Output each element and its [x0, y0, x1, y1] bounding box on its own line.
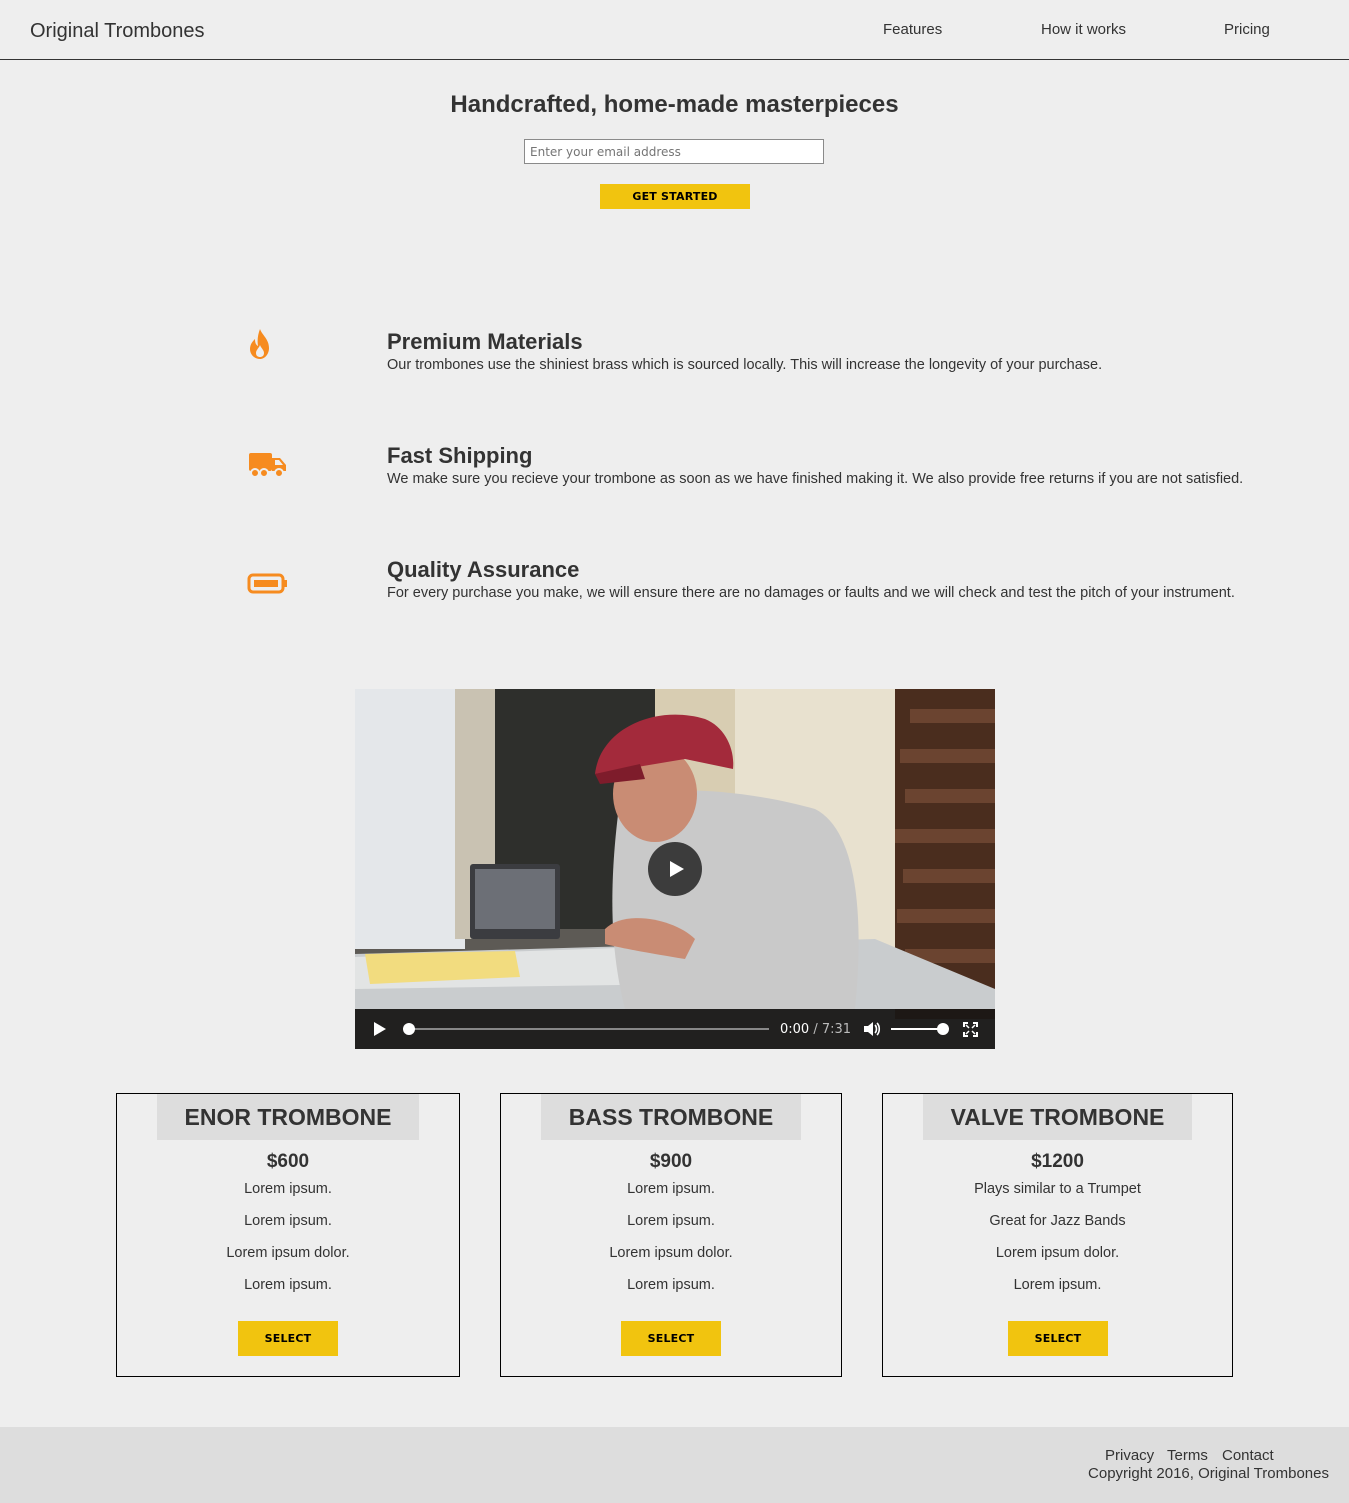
- volume-knob[interactable]: [937, 1023, 949, 1035]
- feature-text: Our trombones use the shiniest brass whi…: [387, 357, 1103, 373]
- nav-link-pricing[interactable]: Pricing: [1224, 21, 1270, 38]
- footer-link-contact[interactable]: Contact: [1222, 1447, 1274, 1464]
- site-header: Original Trombones Features How it works…: [0, 0, 1349, 60]
- plan-feature: Plays similar to a Trumpet: [974, 1181, 1141, 1197]
- progress-knob[interactable]: [403, 1023, 415, 1035]
- pricing-card-enor: ENOR TROMBONE $600 Lorem ipsum. Lorem ip…: [116, 1093, 460, 1377]
- feature-title: Quality Assurance: [387, 557, 580, 582]
- current-time: 0:00: [780, 1022, 810, 1037]
- plan-feature: Great for Jazz Bands: [989, 1213, 1126, 1229]
- time-display: 0:00 / 7:31: [780, 1022, 852, 1037]
- footer-link-terms[interactable]: Terms: [1167, 1447, 1208, 1464]
- plan-feature: Lorem ipsum dolor.: [995, 1245, 1120, 1261]
- pricing-card-bass: BASS TROMBONE $900 Lorem ipsum. Lorem ip…: [500, 1093, 842, 1377]
- battery-icon: [247, 573, 287, 594]
- plan-feature: Lorem ipsum.: [244, 1277, 332, 1293]
- plan-name: ENOR TROMBONE: [157, 1094, 419, 1140]
- select-button[interactable]: SELECT: [1008, 1321, 1108, 1356]
- plan-feature: Lorem ipsum.: [627, 1277, 715, 1293]
- plan-feature: Lorem ipsum.: [244, 1213, 332, 1229]
- feature-title: Fast Shipping: [387, 443, 533, 468]
- progress-bar[interactable]: [407, 1028, 769, 1030]
- plan-feature: Lorem ipsum.: [627, 1213, 715, 1229]
- volume-icon[interactable]: [863, 1021, 881, 1037]
- select-button[interactable]: SELECT: [621, 1321, 721, 1356]
- video-controls: 0:00 / 7:31: [355, 1009, 995, 1049]
- plan-feature: Lorem ipsum.: [1013, 1277, 1102, 1293]
- feature-title: Premium Materials: [387, 329, 583, 354]
- plan-price: $600: [266, 1151, 310, 1172]
- plan-feature: Lorem ipsum dolor.: [226, 1245, 350, 1261]
- plan-feature: Lorem ipsum.: [244, 1181, 332, 1197]
- nav-link-features[interactable]: Features: [883, 21, 942, 38]
- video-player[interactable]: 0:00 / 7:31: [355, 689, 995, 1049]
- site-footer: Privacy Terms Contact Copyright 2016, Or…: [0, 1427, 1349, 1503]
- pricing-card-valve: VALVE TROMBONE $1200 Plays similar to a …: [882, 1093, 1233, 1377]
- plan-feature: Lorem ipsum dolor.: [609, 1245, 733, 1261]
- site-logo[interactable]: Original Trombones: [30, 20, 205, 43]
- nav-link-how-it-works[interactable]: How it works: [1041, 21, 1126, 38]
- duration: 7:31: [821, 1022, 852, 1037]
- play-overlay-button[interactable]: [648, 842, 702, 896]
- select-button[interactable]: SELECT: [238, 1321, 338, 1356]
- play-button[interactable]: [373, 1022, 387, 1036]
- plan-price: $900: [649, 1151, 693, 1172]
- fullscreen-icon[interactable]: [963, 1022, 978, 1037]
- fire-icon: [250, 329, 269, 359]
- feature-text: For every purchase you make, we will ens…: [387, 585, 1235, 601]
- plan-feature: Lorem ipsum.: [627, 1181, 715, 1197]
- plan-name: BASS TROMBONE: [541, 1094, 801, 1140]
- feature-text: We make sure you recieve your trombone a…: [387, 471, 1244, 487]
- hero-title: Handcrafted, home-made masterpieces: [450, 91, 899, 118]
- footer-link-privacy[interactable]: Privacy: [1105, 1447, 1154, 1464]
- plan-name: VALVE TROMBONE: [923, 1094, 1192, 1140]
- email-input[interactable]: [524, 139, 824, 164]
- truck-icon: [249, 453, 286, 478]
- get-started-button[interactable]: GET STARTED: [600, 184, 750, 209]
- volume-slider[interactable]: [891, 1028, 941, 1030]
- copyright-text: Copyright 2016, Original Trombones: [1088, 1465, 1329, 1482]
- plan-price: $1200: [1031, 1151, 1084, 1172]
